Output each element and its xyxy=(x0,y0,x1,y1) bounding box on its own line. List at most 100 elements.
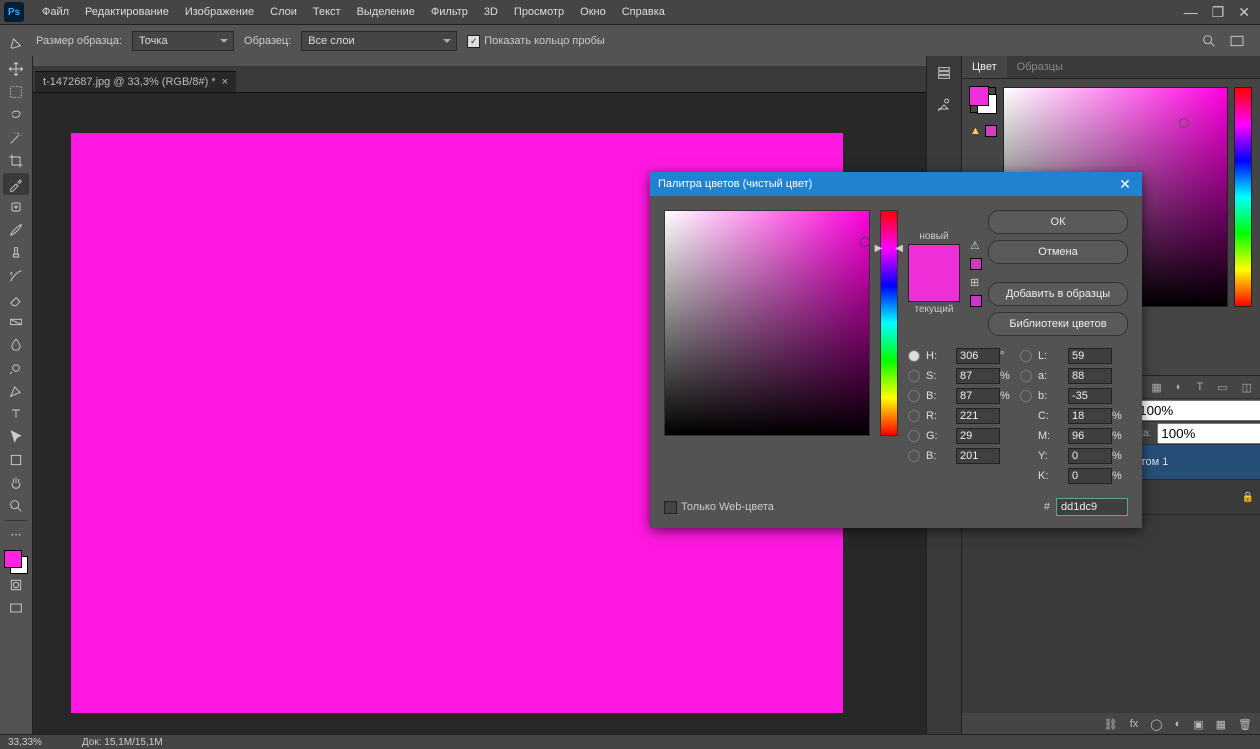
c-input[interactable] xyxy=(1068,408,1112,424)
path-select-tool[interactable] xyxy=(3,426,29,448)
k-input[interactable] xyxy=(1068,468,1112,484)
sample-dropdown[interactable]: Все слои xyxy=(301,31,457,51)
lock-icon[interactable]: 🔒 xyxy=(1242,492,1254,503)
link-layers-icon[interactable]: ⛓ xyxy=(1104,718,1118,731)
new-layer-icon[interactable]: ▦ xyxy=(1216,718,1226,731)
hand-tool[interactable] xyxy=(3,472,29,494)
sampling-ring-checkbox[interactable]: ✓Показать кольцо пробы xyxy=(467,35,605,48)
type-tool[interactable] xyxy=(3,403,29,425)
radio-bv[interactable] xyxy=(908,450,920,462)
document-tab[interactable]: t-1472687.jpg @ 33,3% (RGB/8#) * × xyxy=(35,71,236,92)
menu-filter[interactable]: Фильтр xyxy=(423,0,476,24)
dodge-tool[interactable] xyxy=(3,357,29,379)
s-input[interactable] xyxy=(956,368,1000,384)
radio-h[interactable] xyxy=(908,350,920,362)
properties-panel-icon[interactable] xyxy=(935,96,953,114)
blur-tool[interactable] xyxy=(3,334,29,356)
pen-tool[interactable] xyxy=(3,380,29,402)
window-restore-icon[interactable]: ❐ xyxy=(1212,4,1225,21)
crop-tool[interactable] xyxy=(3,150,29,172)
menu-window[interactable]: Окно xyxy=(572,0,614,24)
sample-size-dropdown[interactable]: Точка xyxy=(132,31,234,51)
gamut-color-swatch[interactable] xyxy=(985,125,997,137)
magic-wand-tool[interactable] xyxy=(3,127,29,149)
websafe-icon[interactable]: ⊞ xyxy=(970,276,982,289)
dialog-titlebar[interactable]: Палитра цветов (чистый цвет) ✕ xyxy=(650,172,1142,196)
brush-tool[interactable] xyxy=(3,219,29,241)
workspace-icon[interactable] xyxy=(1228,32,1246,50)
zoom-readout[interactable]: 33,33% xyxy=(8,737,42,748)
color-libraries-button[interactable]: Библиотеки цветов xyxy=(988,312,1128,336)
web-only-checkbox[interactable]: Только Web-цвета xyxy=(664,501,774,514)
stamp-tool[interactable] xyxy=(3,242,29,264)
panel-hue-slider[interactable] xyxy=(1234,87,1252,307)
quickmask-toggle[interactable] xyxy=(3,574,29,596)
add-swatch-button[interactable]: Добавить в образцы xyxy=(988,282,1128,306)
window-minimize-icon[interactable]: — xyxy=(1184,4,1198,21)
tab-color[interactable]: Цвет xyxy=(962,56,1007,78)
h-input[interactable] xyxy=(956,348,1000,364)
tool-preset-icon[interactable] xyxy=(8,32,26,50)
close-tab-icon[interactable]: × xyxy=(222,76,228,88)
filter-adjust-icon[interactable]: ◐ xyxy=(1176,381,1183,393)
group-icon[interactable]: ▣ xyxy=(1193,718,1203,731)
fg-bg-swatch[interactable] xyxy=(4,550,28,574)
healing-tool[interactable] xyxy=(3,196,29,218)
radio-lab-b[interactable] xyxy=(1020,390,1032,402)
menu-3d[interactable]: 3D xyxy=(476,0,506,24)
zoom-tool[interactable] xyxy=(3,495,29,517)
tab-swatches[interactable]: Образцы xyxy=(1007,56,1073,78)
radio-s[interactable] xyxy=(908,370,920,382)
radio-b[interactable] xyxy=(908,390,920,402)
y-input[interactable] xyxy=(1068,448,1112,464)
filter-smart-icon[interactable]: ◫ xyxy=(1242,381,1252,394)
lab-b-input[interactable] xyxy=(1068,388,1112,404)
ok-button[interactable]: ОК xyxy=(988,210,1128,234)
fill-input[interactable] xyxy=(1157,423,1260,444)
hue-slider[interactable]: ▶◀ xyxy=(880,210,898,436)
fx-icon[interactable]: fx xyxy=(1130,718,1139,730)
bv-input[interactable] xyxy=(956,448,1000,464)
shape-tool[interactable] xyxy=(3,449,29,471)
radio-r[interactable] xyxy=(908,410,920,422)
menu-file[interactable]: Файл xyxy=(34,0,77,24)
m-input[interactable] xyxy=(1068,428,1112,444)
filter-pixel-icon[interactable]: ▦ xyxy=(1151,381,1161,394)
bright-input[interactable] xyxy=(956,388,1000,404)
cancel-button[interactable]: Отмена xyxy=(988,240,1128,264)
new-current-swatch[interactable] xyxy=(908,244,960,302)
window-close-icon[interactable]: ✕ xyxy=(1238,4,1250,21)
gamut-warning-icon[interactable]: ⚠ xyxy=(970,239,982,252)
doc-info-readout[interactable]: Док: 15,1M/15,1M xyxy=(82,737,163,748)
websafe-swatch[interactable] xyxy=(970,295,982,307)
opacity-input[interactable] xyxy=(1135,400,1260,421)
search-icon[interactable] xyxy=(1200,32,1218,50)
panel-fg-bg-swatch[interactable] xyxy=(970,87,996,113)
a-input[interactable] xyxy=(1068,368,1112,384)
menu-view[interactable]: Просмотр xyxy=(506,0,572,24)
radio-a[interactable] xyxy=(1020,370,1032,382)
sat-bright-field[interactable] xyxy=(664,210,870,436)
menu-edit[interactable]: Редактирование xyxy=(77,0,177,24)
lasso-tool[interactable] xyxy=(3,104,29,126)
menu-image[interactable]: Изображение xyxy=(177,0,262,24)
marquee-tool[interactable] xyxy=(3,81,29,103)
menu-layers[interactable]: Слои xyxy=(262,0,305,24)
dialog-close-icon[interactable]: ✕ xyxy=(1116,176,1134,193)
trash-icon[interactable]: 🗑 xyxy=(1238,718,1252,731)
filter-type-icon[interactable]: T xyxy=(1196,381,1203,393)
menu-select[interactable]: Выделение xyxy=(349,0,423,24)
hex-input[interactable] xyxy=(1056,498,1128,516)
mask-icon[interactable]: ◯ xyxy=(1150,718,1162,731)
eraser-tool[interactable] xyxy=(3,288,29,310)
move-tool[interactable] xyxy=(3,58,29,80)
eyedropper-tool[interactable] xyxy=(3,173,29,195)
gamut-warning-icon[interactable]: ▲ xyxy=(970,125,981,137)
r-input[interactable] xyxy=(956,408,1000,424)
filter-shape-icon[interactable]: ▭ xyxy=(1217,381,1227,394)
more-tools[interactable]: ⋯ xyxy=(3,523,29,545)
radio-g[interactable] xyxy=(908,430,920,442)
menu-text[interactable]: Текст xyxy=(305,0,349,24)
screenmode-toggle[interactable] xyxy=(3,597,29,619)
gamut-swatch[interactable] xyxy=(970,258,982,270)
